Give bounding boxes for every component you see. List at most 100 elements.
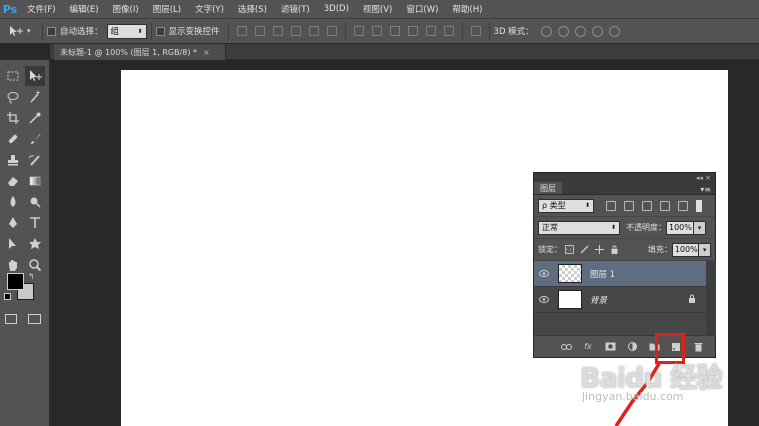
menu-file[interactable]: 文件(F) bbox=[20, 3, 63, 15]
menu-image[interactable]: 图像(I) bbox=[106, 3, 146, 15]
menu-type[interactable]: 文字(Y) bbox=[188, 3, 231, 15]
distribute-top-icon[interactable] bbox=[353, 26, 364, 36]
type-tool[interactable] bbox=[25, 213, 45, 233]
tab-layers[interactable]: 图层 bbox=[534, 182, 562, 194]
align-vcenter-icon[interactable] bbox=[254, 26, 265, 36]
align-right-icon[interactable] bbox=[326, 26, 337, 36]
lock-transparent-icon[interactable] bbox=[565, 245, 574, 254]
blend-mode-dropdown[interactable]: 正常 ⬍ bbox=[538, 220, 620, 235]
layer-row-layer1[interactable]: 图层 1 bbox=[534, 261, 706, 287]
menu-select[interactable]: 选择(S) bbox=[231, 3, 274, 15]
quick-mask-icon[interactable] bbox=[5, 314, 17, 324]
brush-tool[interactable] bbox=[25, 129, 45, 149]
dodge-tool[interactable] bbox=[25, 192, 45, 212]
mask-icon[interactable] bbox=[604, 341, 616, 352]
default-colors-icon[interactable] bbox=[4, 293, 11, 300]
stamp-icon bbox=[8, 155, 18, 166]
menu-edit[interactable]: 编辑(E) bbox=[63, 3, 106, 15]
lasso-tool[interactable] bbox=[3, 87, 23, 107]
filter-type-icon[interactable] bbox=[642, 200, 652, 211]
opacity-input[interactable]: 100% bbox=[666, 220, 694, 235]
magic-wand-tool[interactable] bbox=[25, 87, 45, 107]
tool-preset-picker[interactable]: ▾ bbox=[0, 21, 38, 41]
pen-tool[interactable] bbox=[3, 213, 23, 233]
align-top-icon[interactable] bbox=[236, 26, 247, 36]
eye-icon[interactable] bbox=[534, 296, 554, 303]
document-tab[interactable]: 未标题-1 @ 100% (图层 1, RGB/8) * × bbox=[54, 44, 226, 60]
link-icon[interactable] bbox=[560, 341, 572, 352]
menu-help[interactable]: 帮助(H) bbox=[445, 3, 489, 15]
rotate-3d-icon[interactable] bbox=[540, 25, 552, 37]
separator bbox=[488, 22, 490, 40]
history-brush-tool[interactable] bbox=[25, 150, 45, 170]
opacity-slider-toggle[interactable]: ▾ bbox=[694, 220, 706, 235]
scale-3d-icon[interactable] bbox=[608, 25, 620, 37]
fill-input[interactable]: 100% bbox=[671, 242, 700, 257]
filter-adjustment-icon[interactable] bbox=[624, 200, 634, 211]
align-left-icon[interactable] bbox=[290, 26, 301, 36]
lock-image-icon[interactable] bbox=[580, 245, 589, 254]
filter-pixel-icon[interactable] bbox=[606, 200, 616, 211]
drag-3d-icon[interactable] bbox=[574, 25, 586, 37]
eye-icon[interactable] bbox=[534, 270, 554, 277]
mode3d-label: 3D 模式： bbox=[493, 27, 534, 37]
distribute-vcenter-icon[interactable] bbox=[371, 26, 382, 36]
lock-position-icon[interactable] bbox=[594, 245, 604, 254]
layer-row-background[interactable]: 背景 bbox=[534, 287, 706, 313]
dodge-icon bbox=[30, 197, 41, 208]
updown-icon: ⬍ bbox=[584, 202, 590, 209]
align-hcenter-icon[interactable] bbox=[308, 26, 319, 36]
distribute-left-icon[interactable] bbox=[407, 26, 418, 36]
align-bottom-icon[interactable] bbox=[272, 26, 283, 36]
magic-wand-icon bbox=[30, 91, 40, 103]
custom-shape-tool[interactable] bbox=[25, 234, 45, 254]
filter-toggle[interactable] bbox=[696, 199, 702, 212]
menu-filter[interactable]: 滤镜(T) bbox=[274, 3, 317, 15]
distribute-right-icon[interactable] bbox=[443, 26, 454, 36]
distribute-bottom-icon[interactable] bbox=[389, 26, 400, 36]
filter-smart-object-icon[interactable] bbox=[678, 200, 688, 211]
show-transform-label: 显示变换控件 bbox=[168, 27, 220, 37]
layer-thumbnail bbox=[558, 264, 582, 283]
clone-stamp-tool[interactable] bbox=[3, 150, 23, 170]
auto-select-dropdown[interactable]: 组 ⬍ bbox=[106, 23, 147, 39]
foreground-color-swatch[interactable] bbox=[7, 273, 24, 290]
fx-icon[interactable]: fx bbox=[582, 341, 594, 352]
auto-align-icon[interactable] bbox=[470, 26, 481, 36]
hand-icon bbox=[9, 260, 17, 271]
eyedropper-tool[interactable] bbox=[25, 108, 45, 128]
gradient-icon bbox=[29, 176, 41, 186]
eraser-tool[interactable] bbox=[3, 171, 23, 191]
separator bbox=[42, 22, 43, 40]
menu-view[interactable]: 视图(V) bbox=[356, 3, 399, 15]
crop-tool[interactable] bbox=[3, 108, 23, 128]
menu-3d[interactable]: 3D(D) bbox=[317, 4, 356, 14]
layers-scrollbar[interactable] bbox=[706, 261, 716, 336]
adjustment-icon[interactable] bbox=[626, 341, 638, 352]
close-icon[interactable]: × bbox=[203, 48, 210, 57]
hand-tool[interactable] bbox=[3, 255, 23, 275]
fill-slider-toggle[interactable]: ▾ bbox=[699, 242, 711, 257]
panel-collapse-bar[interactable]: ◂◂ × bbox=[534, 173, 715, 182]
show-transform-checkbox[interactable] bbox=[155, 26, 165, 36]
layer-filter-dropdown[interactable]: ρ 类型 ⬍ bbox=[538, 198, 594, 213]
slide-3d-icon[interactable] bbox=[591, 25, 603, 37]
filter-shape-icon[interactable] bbox=[660, 200, 670, 211]
panel-menu-icon[interactable]: ▾≡ bbox=[700, 185, 711, 194]
menu-layer[interactable]: 图层(L) bbox=[146, 3, 188, 15]
menu-window[interactable]: 窗口(W) bbox=[399, 3, 445, 15]
marquee-tool[interactable] bbox=[3, 66, 23, 86]
healing-brush-tool[interactable] bbox=[3, 129, 23, 149]
distribute-hcenter-icon[interactable] bbox=[425, 26, 436, 36]
path-selection-tool[interactable] bbox=[3, 234, 23, 254]
tools-panel: ↰ bbox=[0, 60, 50, 426]
gradient-tool[interactable] bbox=[25, 171, 45, 191]
auto-select-checkbox[interactable] bbox=[47, 26, 56, 36]
trash-icon[interactable] bbox=[692, 341, 704, 352]
move-tool[interactable] bbox=[25, 66, 45, 86]
swap-colors-icon[interactable]: ↰ bbox=[28, 272, 35, 281]
blur-tool[interactable] bbox=[3, 192, 23, 212]
roll-3d-icon[interactable] bbox=[557, 25, 569, 37]
lock-all-icon[interactable] bbox=[610, 245, 619, 254]
screen-mode-icon[interactable] bbox=[28, 314, 41, 324]
